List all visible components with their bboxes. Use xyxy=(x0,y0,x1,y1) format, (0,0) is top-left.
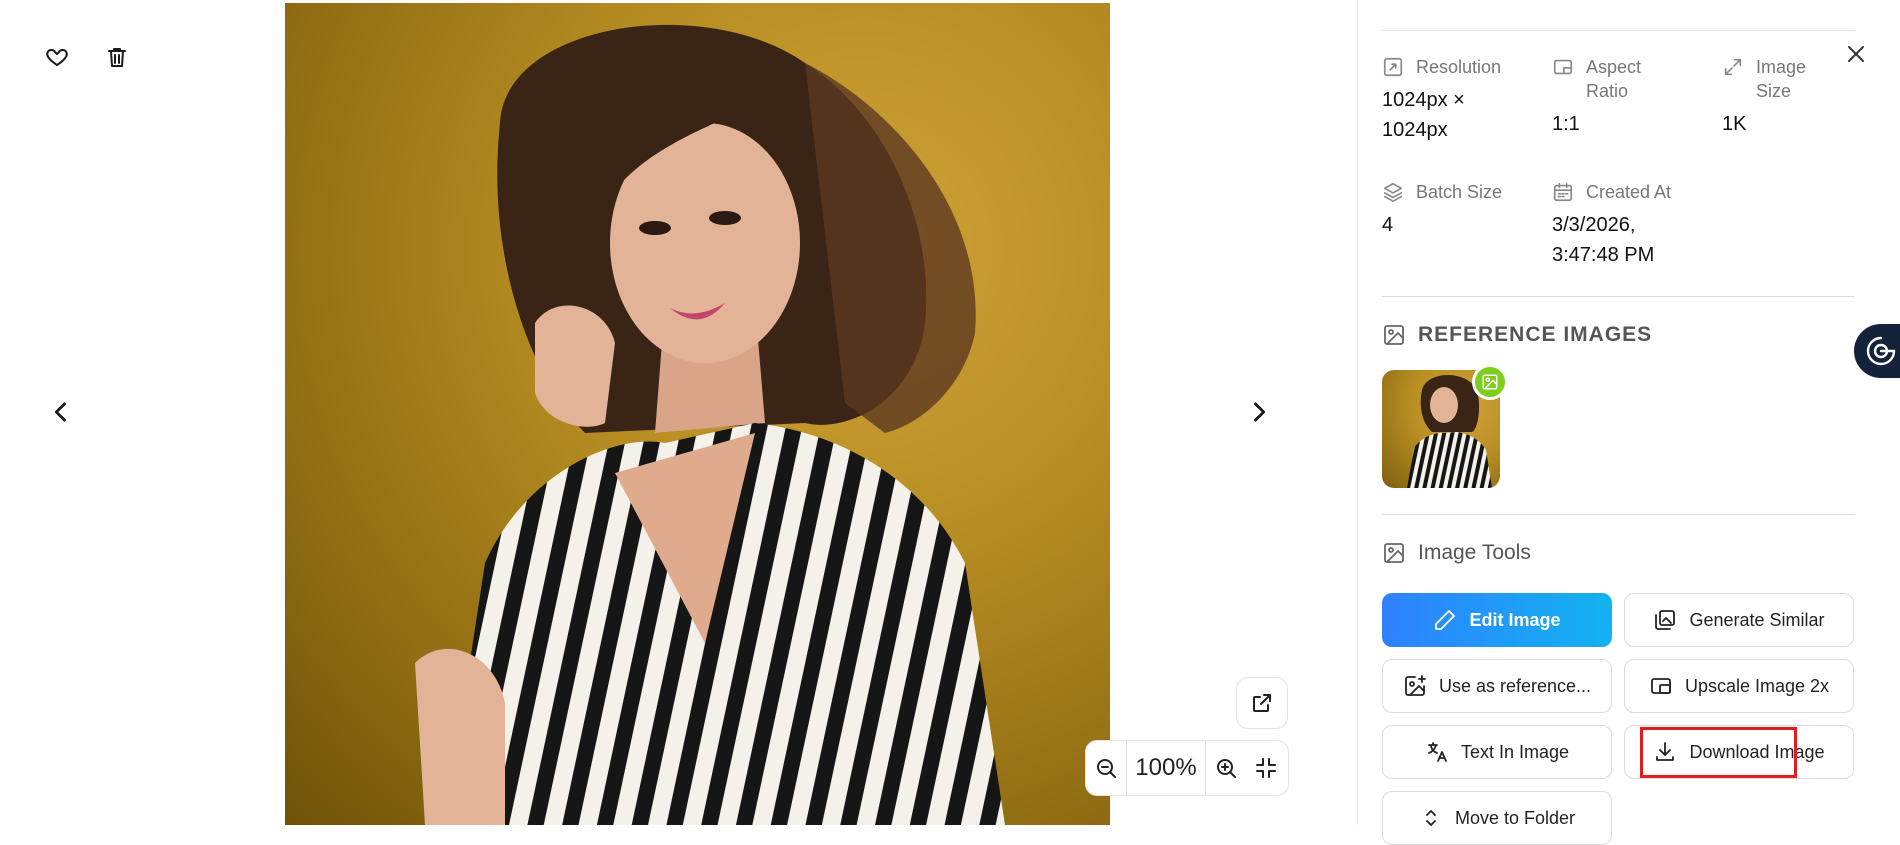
image-viewer: 100% xyxy=(0,0,1358,825)
upscale-icon xyxy=(1651,678,1671,694)
batch-label: Batch Size xyxy=(1416,182,1503,202)
collapse-icon xyxy=(1256,758,1276,778)
next-image-button[interactable] xyxy=(1241,394,1277,430)
heart-icon xyxy=(46,49,68,66)
chevrons-up-down-icon xyxy=(1426,810,1436,826)
favorite-button[interactable] xyxy=(39,39,75,75)
zoom-out-icon xyxy=(1097,759,1116,778)
external-link-icon xyxy=(1253,694,1271,712)
resolution-label: Resolution xyxy=(1416,57,1502,77)
zoom-out-button[interactable] xyxy=(1086,741,1126,795)
upscale-image-label: Upscale Image 2x xyxy=(1684,675,1830,696)
details-divider xyxy=(1382,296,1855,297)
text-in-image-button[interactable]: Text In Image xyxy=(1382,725,1612,779)
trash-icon xyxy=(108,48,126,67)
image-tools-heading: Image Tools xyxy=(1382,541,1531,565)
images-icon xyxy=(1655,610,1676,630)
generate-similar-label: Generate Similar xyxy=(1689,609,1825,630)
calendar-icon xyxy=(1553,182,1573,202)
previous-image-button[interactable] xyxy=(43,394,79,430)
download-image-label: Download Image xyxy=(1689,741,1825,762)
fit-screen-button[interactable] xyxy=(1246,741,1286,795)
top-divider xyxy=(1382,30,1855,31)
resolution-value-line2: 1024px xyxy=(1382,119,1448,141)
move-to-folder-button[interactable]: Move to Folder xyxy=(1382,791,1612,845)
size-label-line2: Size xyxy=(1756,81,1792,101)
download-icon xyxy=(1656,742,1675,761)
download-image-button[interactable]: Download Image xyxy=(1624,725,1854,779)
image-add-icon xyxy=(1405,675,1426,696)
resize-icon xyxy=(1383,57,1403,77)
image-reference-icon xyxy=(1384,325,1404,345)
edit-image-label: Edit Image xyxy=(1469,609,1561,630)
generate-similar-button[interactable]: Generate Similar xyxy=(1624,593,1854,647)
aspect-label-line1: Aspect xyxy=(1586,57,1642,77)
open-external-button[interactable] xyxy=(1236,677,1288,729)
upscale-image-button[interactable]: Upscale Image 2x xyxy=(1624,659,1854,713)
image-plus-icon xyxy=(1482,374,1498,390)
aspect-ratio-icon xyxy=(1553,59,1573,75)
pencil-icon xyxy=(1435,610,1456,630)
zoom-level: 100% xyxy=(1126,741,1206,795)
main-image xyxy=(285,3,1110,825)
reference-images-heading: REFERENCE IMAGES xyxy=(1382,323,1652,347)
image-tools-title: Image Tools xyxy=(1418,541,1531,564)
zoom-in-icon xyxy=(1217,759,1236,778)
reference-badge[interactable] xyxy=(1472,364,1508,400)
chevron-left-icon xyxy=(54,402,66,422)
reference-images-title: REFERENCE IMAGES xyxy=(1418,323,1653,346)
zoom-in-button[interactable] xyxy=(1206,741,1246,795)
expand-icon xyxy=(1724,58,1742,76)
move-to-folder-label: Move to Folder xyxy=(1454,807,1576,828)
floating-assistant-button[interactable] xyxy=(1854,324,1900,378)
use-as-reference-button[interactable]: Use as reference... xyxy=(1382,659,1612,713)
resolution-value-line1: 1024px × xyxy=(1382,89,1465,111)
portrait-photo xyxy=(415,24,1005,825)
aspect-value: 1:1 xyxy=(1552,113,1580,135)
size-value: 1K xyxy=(1722,113,1747,135)
image-icon xyxy=(1384,543,1404,563)
size-label-line1: Image xyxy=(1756,57,1807,77)
reference-divider xyxy=(1382,514,1855,515)
use-as-reference-label: Use as reference... xyxy=(1438,675,1592,696)
created-label: Created At xyxy=(1586,182,1672,202)
chevron-right-icon xyxy=(1254,402,1266,422)
resolution-field: Resolution 1024px × 1024px xyxy=(1382,55,1542,145)
created-value-line1: 3/3/2026, xyxy=(1552,214,1636,236)
aspect-ratio-field: Aspect Ratio 1:1 xyxy=(1552,55,1702,139)
batch-size-field: Batch Size 4 xyxy=(1382,180,1542,240)
text-in-image-label: Text In Image xyxy=(1460,741,1570,762)
batch-value: 4 xyxy=(1382,214,1394,236)
image-size-field: Image Size 1K xyxy=(1722,55,1862,139)
layers-icon xyxy=(1383,182,1403,202)
created-value-line2: 3:47:48 PM xyxy=(1552,244,1655,266)
translate-icon xyxy=(1428,742,1447,762)
aspect-label-line2: Ratio xyxy=(1586,81,1629,101)
edit-image-button[interactable]: Edit Image xyxy=(1382,593,1612,647)
details-panel: Resolution 1024px × 1024px Aspect Ratio 1… xyxy=(1358,0,1900,845)
delete-button[interactable] xyxy=(99,39,135,75)
target-icon xyxy=(1866,336,1896,366)
created-at-field: Created At 3/3/2026, 3:47:48 PM xyxy=(1552,180,1752,270)
zoom-controls: 100% xyxy=(1085,740,1289,796)
